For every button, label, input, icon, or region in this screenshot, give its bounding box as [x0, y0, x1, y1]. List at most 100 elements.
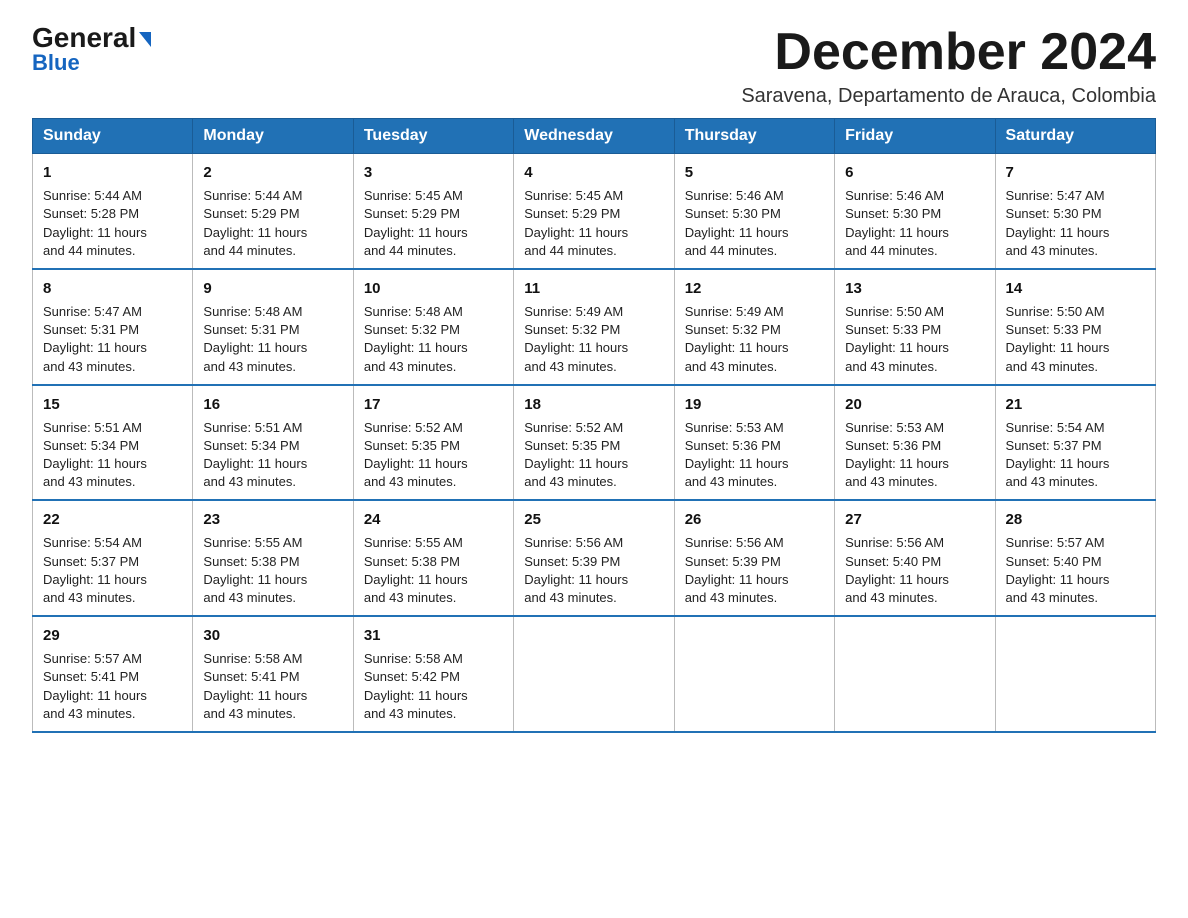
day-number: 8: [43, 278, 182, 299]
day-info: Sunrise: 5:52 AMSunset: 5:35 PMDaylight:…: [364, 420, 468, 490]
day-number: 5: [685, 162, 824, 183]
day-number: 21: [1006, 394, 1145, 415]
day-info: Sunrise: 5:56 AMSunset: 5:39 PMDaylight:…: [524, 535, 628, 605]
month-title: December 2024: [741, 24, 1156, 81]
week-row-4: 22 Sunrise: 5:54 AMSunset: 5:37 PMDaylig…: [33, 500, 1156, 616]
day-info: Sunrise: 5:54 AMSunset: 5:37 PMDaylight:…: [1006, 420, 1110, 490]
day-number: 2: [203, 162, 342, 183]
day-info: Sunrise: 5:46 AMSunset: 5:30 PMDaylight:…: [685, 188, 789, 258]
day-info: Sunrise: 5:57 AMSunset: 5:40 PMDaylight:…: [1006, 535, 1110, 605]
day-info: Sunrise: 5:47 AMSunset: 5:31 PMDaylight:…: [43, 304, 147, 374]
week-row-1: 1 Sunrise: 5:44 AMSunset: 5:28 PMDayligh…: [33, 154, 1156, 269]
calendar-cell: 4 Sunrise: 5:45 AMSunset: 5:29 PMDayligh…: [514, 154, 674, 269]
day-number: 3: [364, 162, 503, 183]
day-info: Sunrise: 5:52 AMSunset: 5:35 PMDaylight:…: [524, 420, 628, 490]
calendar-cell: 23 Sunrise: 5:55 AMSunset: 5:38 PMDaylig…: [193, 500, 353, 616]
calendar-cell: 26 Sunrise: 5:56 AMSunset: 5:39 PMDaylig…: [674, 500, 834, 616]
week-row-5: 29 Sunrise: 5:57 AMSunset: 5:41 PMDaylig…: [33, 616, 1156, 732]
calendar-cell: 5 Sunrise: 5:46 AMSunset: 5:30 PMDayligh…: [674, 154, 834, 269]
weekday-header-saturday: Saturday: [995, 119, 1155, 154]
calendar-cell: 28 Sunrise: 5:57 AMSunset: 5:40 PMDaylig…: [995, 500, 1155, 616]
calendar-cell: 10 Sunrise: 5:48 AMSunset: 5:32 PMDaylig…: [353, 269, 513, 385]
calendar-cell: [835, 616, 995, 732]
day-info: Sunrise: 5:44 AMSunset: 5:29 PMDaylight:…: [203, 188, 307, 258]
day-number: 16: [203, 394, 342, 415]
day-info: Sunrise: 5:51 AMSunset: 5:34 PMDaylight:…: [43, 420, 147, 490]
day-number: 9: [203, 278, 342, 299]
day-number: 22: [43, 509, 182, 530]
day-number: 17: [364, 394, 503, 415]
day-number: 15: [43, 394, 182, 415]
weekday-header-tuesday: Tuesday: [353, 119, 513, 154]
logo: General Blue: [32, 24, 151, 76]
page-header: General Blue December 2024 Saravena, Dep…: [32, 24, 1156, 108]
day-info: Sunrise: 5:46 AMSunset: 5:30 PMDaylight:…: [845, 188, 949, 258]
weekday-header-sunday: Sunday: [33, 119, 193, 154]
weekday-header-wednesday: Wednesday: [514, 119, 674, 154]
day-number: 23: [203, 509, 342, 530]
calendar-cell: 6 Sunrise: 5:46 AMSunset: 5:30 PMDayligh…: [835, 154, 995, 269]
day-info: Sunrise: 5:50 AMSunset: 5:33 PMDaylight:…: [845, 304, 949, 374]
calendar-cell: [674, 616, 834, 732]
calendar-cell: 24 Sunrise: 5:55 AMSunset: 5:38 PMDaylig…: [353, 500, 513, 616]
day-info: Sunrise: 5:58 AMSunset: 5:42 PMDaylight:…: [364, 651, 468, 721]
calendar-cell: 15 Sunrise: 5:51 AMSunset: 5:34 PMDaylig…: [33, 385, 193, 501]
calendar-cell: 2 Sunrise: 5:44 AMSunset: 5:29 PMDayligh…: [193, 154, 353, 269]
calendar-cell: [995, 616, 1155, 732]
day-info: Sunrise: 5:56 AMSunset: 5:39 PMDaylight:…: [685, 535, 789, 605]
day-number: 4: [524, 162, 663, 183]
day-number: 20: [845, 394, 984, 415]
day-number: 11: [524, 278, 663, 299]
weekday-header-row: SundayMondayTuesdayWednesdayThursdayFrid…: [33, 119, 1156, 154]
calendar-table: SundayMondayTuesdayWednesdayThursdayFrid…: [32, 118, 1156, 733]
calendar-cell: 3 Sunrise: 5:45 AMSunset: 5:29 PMDayligh…: [353, 154, 513, 269]
location-subtitle: Saravena, Departamento de Arauca, Colomb…: [741, 85, 1156, 108]
calendar-cell: 31 Sunrise: 5:58 AMSunset: 5:42 PMDaylig…: [353, 616, 513, 732]
calendar-cell: 20 Sunrise: 5:53 AMSunset: 5:36 PMDaylig…: [835, 385, 995, 501]
day-info: Sunrise: 5:57 AMSunset: 5:41 PMDaylight:…: [43, 651, 147, 721]
calendar-cell: 22 Sunrise: 5:54 AMSunset: 5:37 PMDaylig…: [33, 500, 193, 616]
day-info: Sunrise: 5:49 AMSunset: 5:32 PMDaylight:…: [685, 304, 789, 374]
day-number: 14: [1006, 278, 1145, 299]
calendar-cell: 21 Sunrise: 5:54 AMSunset: 5:37 PMDaylig…: [995, 385, 1155, 501]
day-number: 26: [685, 509, 824, 530]
day-number: 6: [845, 162, 984, 183]
calendar-cell: 8 Sunrise: 5:47 AMSunset: 5:31 PMDayligh…: [33, 269, 193, 385]
calendar-cell: 16 Sunrise: 5:51 AMSunset: 5:34 PMDaylig…: [193, 385, 353, 501]
calendar-cell: 25 Sunrise: 5:56 AMSunset: 5:39 PMDaylig…: [514, 500, 674, 616]
day-number: 10: [364, 278, 503, 299]
day-info: Sunrise: 5:50 AMSunset: 5:33 PMDaylight:…: [1006, 304, 1110, 374]
week-row-2: 8 Sunrise: 5:47 AMSunset: 5:31 PMDayligh…: [33, 269, 1156, 385]
day-number: 25: [524, 509, 663, 530]
logo-general-text: General: [32, 24, 151, 52]
calendar-cell: 7 Sunrise: 5:47 AMSunset: 5:30 PMDayligh…: [995, 154, 1155, 269]
calendar-cell: 11 Sunrise: 5:49 AMSunset: 5:32 PMDaylig…: [514, 269, 674, 385]
day-number: 31: [364, 625, 503, 646]
calendar-cell: 30 Sunrise: 5:58 AMSunset: 5:41 PMDaylig…: [193, 616, 353, 732]
day-number: 29: [43, 625, 182, 646]
day-info: Sunrise: 5:48 AMSunset: 5:32 PMDaylight:…: [364, 304, 468, 374]
calendar-cell: [514, 616, 674, 732]
day-info: Sunrise: 5:53 AMSunset: 5:36 PMDaylight:…: [845, 420, 949, 490]
week-row-3: 15 Sunrise: 5:51 AMSunset: 5:34 PMDaylig…: [33, 385, 1156, 501]
day-number: 30: [203, 625, 342, 646]
calendar-cell: 18 Sunrise: 5:52 AMSunset: 5:35 PMDaylig…: [514, 385, 674, 501]
day-number: 12: [685, 278, 824, 299]
day-info: Sunrise: 5:56 AMSunset: 5:40 PMDaylight:…: [845, 535, 949, 605]
day-number: 27: [845, 509, 984, 530]
day-info: Sunrise: 5:47 AMSunset: 5:30 PMDaylight:…: [1006, 188, 1110, 258]
calendar-cell: 19 Sunrise: 5:53 AMSunset: 5:36 PMDaylig…: [674, 385, 834, 501]
day-info: Sunrise: 5:55 AMSunset: 5:38 PMDaylight:…: [364, 535, 468, 605]
calendar-cell: 14 Sunrise: 5:50 AMSunset: 5:33 PMDaylig…: [995, 269, 1155, 385]
weekday-header-thursday: Thursday: [674, 119, 834, 154]
day-info: Sunrise: 5:53 AMSunset: 5:36 PMDaylight:…: [685, 420, 789, 490]
day-number: 19: [685, 394, 824, 415]
day-number: 18: [524, 394, 663, 415]
day-info: Sunrise: 5:44 AMSunset: 5:28 PMDaylight:…: [43, 188, 147, 258]
day-number: 13: [845, 278, 984, 299]
calendar-cell: 12 Sunrise: 5:49 AMSunset: 5:32 PMDaylig…: [674, 269, 834, 385]
calendar-cell: 17 Sunrise: 5:52 AMSunset: 5:35 PMDaylig…: [353, 385, 513, 501]
day-info: Sunrise: 5:58 AMSunset: 5:41 PMDaylight:…: [203, 651, 307, 721]
day-number: 1: [43, 162, 182, 183]
day-info: Sunrise: 5:49 AMSunset: 5:32 PMDaylight:…: [524, 304, 628, 374]
